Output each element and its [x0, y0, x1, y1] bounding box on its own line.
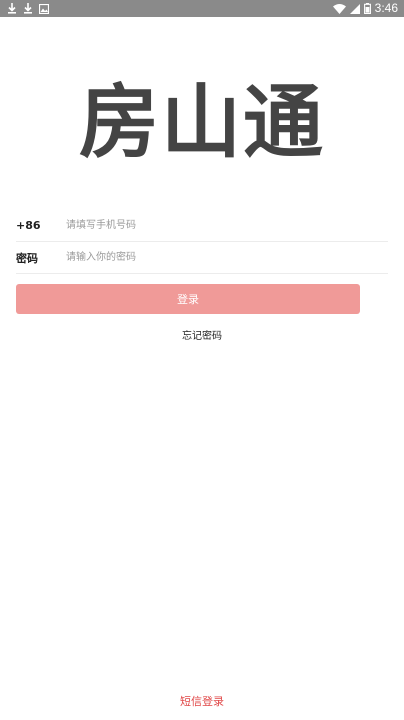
sms-login-link[interactable]: 短信登录: [0, 693, 404, 709]
country-code-label: +86: [16, 219, 41, 232]
status-bar-notifications: [7, 3, 49, 14]
password-input[interactable]: [66, 247, 388, 268]
phone-row: +86: [16, 210, 388, 242]
signal-icon: [349, 3, 360, 14]
status-bar: 3:46: [0, 0, 404, 17]
password-label: 密码: [16, 251, 38, 265]
login-button[interactable]: 登录: [16, 284, 360, 314]
phone-input[interactable]: [66, 215, 388, 236]
password-row: 密码: [16, 242, 388, 274]
image-icon: [39, 3, 49, 14]
app-title: 房山通: [79, 76, 325, 169]
forgot-password-link[interactable]: 忘记密码: [0, 327, 404, 342]
download-icon: [7, 3, 17, 14]
status-bar-time: 3:46: [374, 1, 398, 15]
status-bar-system: 3:46: [332, 0, 398, 17]
battery-icon: [363, 3, 371, 14]
wifi-icon: [332, 3, 346, 14]
login-screen: 3:46 房山通 +86 密码 登录 忘记密码 短信登录: [0, 0, 404, 720]
download-icon: [23, 3, 33, 14]
